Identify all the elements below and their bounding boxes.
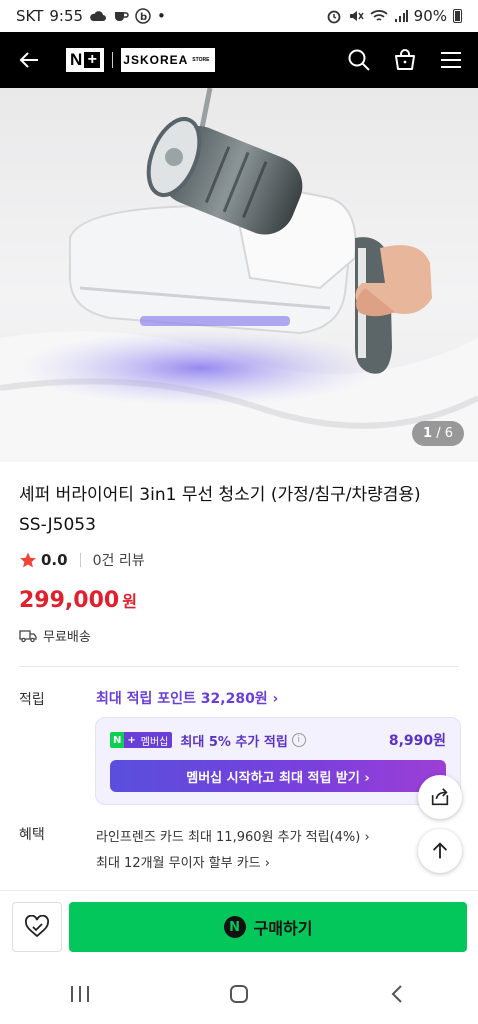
naver-pay-icon: N	[223, 916, 246, 938]
points-label: 적립	[19, 692, 45, 708]
status-bar: SKT 9:55 b • 90%	[0, 0, 478, 32]
card-benefit-link[interactable]: 라인프렌즈 카드 최대 11,960원 추가 적립(4%) ›	[96, 826, 370, 845]
notification-dot: •	[157, 7, 166, 25]
share-button[interactable]	[418, 775, 462, 819]
share-icon	[431, 788, 449, 806]
scroll-top-button[interactable]	[418, 829, 462, 873]
menu-button[interactable]	[438, 47, 464, 73]
back-button[interactable]	[14, 45, 44, 75]
info-icon[interactable]: i	[291, 733, 306, 747]
search-button[interactable]	[346, 47, 372, 73]
membership-badge: N + 멤버십	[110, 732, 173, 748]
max-points-link[interactable]: 최대 적립 포인트 32,280원 ›	[96, 688, 278, 708]
rating-score: 0.0	[41, 551, 68, 569]
back-arrow-icon	[19, 52, 38, 68]
cart-button[interactable]	[392, 47, 418, 73]
wifi-icon	[370, 10, 388, 21]
naver-plus-logo: N +	[66, 48, 105, 72]
review-count: 0건 리뷰	[92, 553, 145, 569]
star-icon	[20, 552, 36, 568]
shipping-info: 무료배송	[19, 626, 91, 645]
home-button[interactable]	[219, 974, 259, 1014]
system-back-button[interactable]	[378, 974, 418, 1014]
image-counter-sep: /	[432, 426, 445, 441]
extra-points-text: 최대 5% 추가 적립	[180, 734, 288, 750]
benefits-label: 혜택	[19, 827, 45, 843]
home-icon	[229, 985, 248, 1003]
signal-icon	[394, 10, 408, 22]
image-counter-current: 1	[423, 426, 433, 441]
battery-label: 90%	[413, 7, 447, 25]
image-counter-total: 6	[444, 426, 453, 441]
logo-divider	[112, 52, 114, 68]
buy-label: 구매하기	[253, 919, 313, 938]
mute-icon	[349, 11, 364, 21]
menu-icon	[441, 52, 461, 68]
wishlist-button[interactable]	[12, 902, 62, 952]
start-membership-button[interactable]: 멤버십 시작하고 최대 적립 받기 ›	[110, 760, 446, 792]
app-header: N + JSKOREA STORE	[0, 32, 478, 88]
buy-button[interactable]: N 구매하기	[69, 902, 467, 952]
cloud-icon	[90, 11, 107, 21]
shopping-bag-icon	[395, 49, 415, 70]
product-title-line1: 셰퍼 버라이어티 3in1 무선 청소기 (가정/침구/차량겸용)	[19, 485, 421, 505]
heart-check-icon	[25, 915, 49, 938]
chevron-left-icon	[391, 985, 403, 1003]
price-value: 299,000	[19, 588, 120, 613]
recent-apps-icon	[70, 986, 89, 1002]
system-nav-bar	[0, 964, 478, 1024]
installment-benefit-link[interactable]: 최대 12개월 무이자 할부 카드 ›	[96, 852, 270, 871]
store-name-logo: JSKOREA STORE	[121, 48, 216, 72]
store-logo[interactable]: N + JSKOREA STORE	[66, 48, 216, 72]
product-title: 셰퍼 버라이어티 3in1 무선 청소기 (가정/침구/차량겸용) SS-J50…	[19, 480, 459, 540]
purchase-bar: N 구매하기	[0, 890, 478, 964]
rating-row[interactable]: 0.0 0건 리뷰	[19, 550, 145, 570]
product-image[interactable]: 1 / 6	[0, 88, 478, 462]
b-app-icon: b	[135, 8, 151, 24]
search-icon	[348, 49, 370, 71]
store-name: JSKOREA	[123, 53, 189, 67]
image-counter: 1 / 6	[412, 421, 464, 446]
membership-box: N + 멤버십 최대 5% 추가 적립 i 8,990원 멤버십 시작하고 최대…	[95, 717, 461, 805]
product-price: 299,000 원	[19, 588, 137, 613]
arrow-up-icon	[432, 842, 448, 859]
shipping-label: 무료배송	[43, 630, 91, 645]
rating-divider	[79, 553, 81, 567]
price-currency: 원	[122, 592, 137, 611]
badge-n: N	[110, 732, 125, 748]
product-vacuum-image	[0, 88, 478, 462]
badge-plus: +	[124, 732, 139, 748]
logo-plus-text: +	[84, 51, 101, 68]
product-model: SS-J5053	[19, 515, 96, 535]
store-small-text: STORE	[192, 57, 210, 63]
time-label: 9:55	[49, 7, 84, 25]
recent-apps-button[interactable]	[60, 974, 100, 1014]
alarm-icon	[327, 10, 341, 24]
section-divider	[19, 666, 459, 667]
svg-text:b: b	[140, 12, 147, 23]
extra-points-amount: 8,990원	[388, 733, 446, 749]
carrier-label: SKT	[16, 7, 44, 25]
coffee-icon	[115, 12, 129, 21]
badge-text: 멤버십	[138, 732, 173, 748]
battery-icon	[453, 9, 462, 23]
logo-n-text: N	[70, 50, 83, 69]
truck-icon	[19, 629, 37, 642]
